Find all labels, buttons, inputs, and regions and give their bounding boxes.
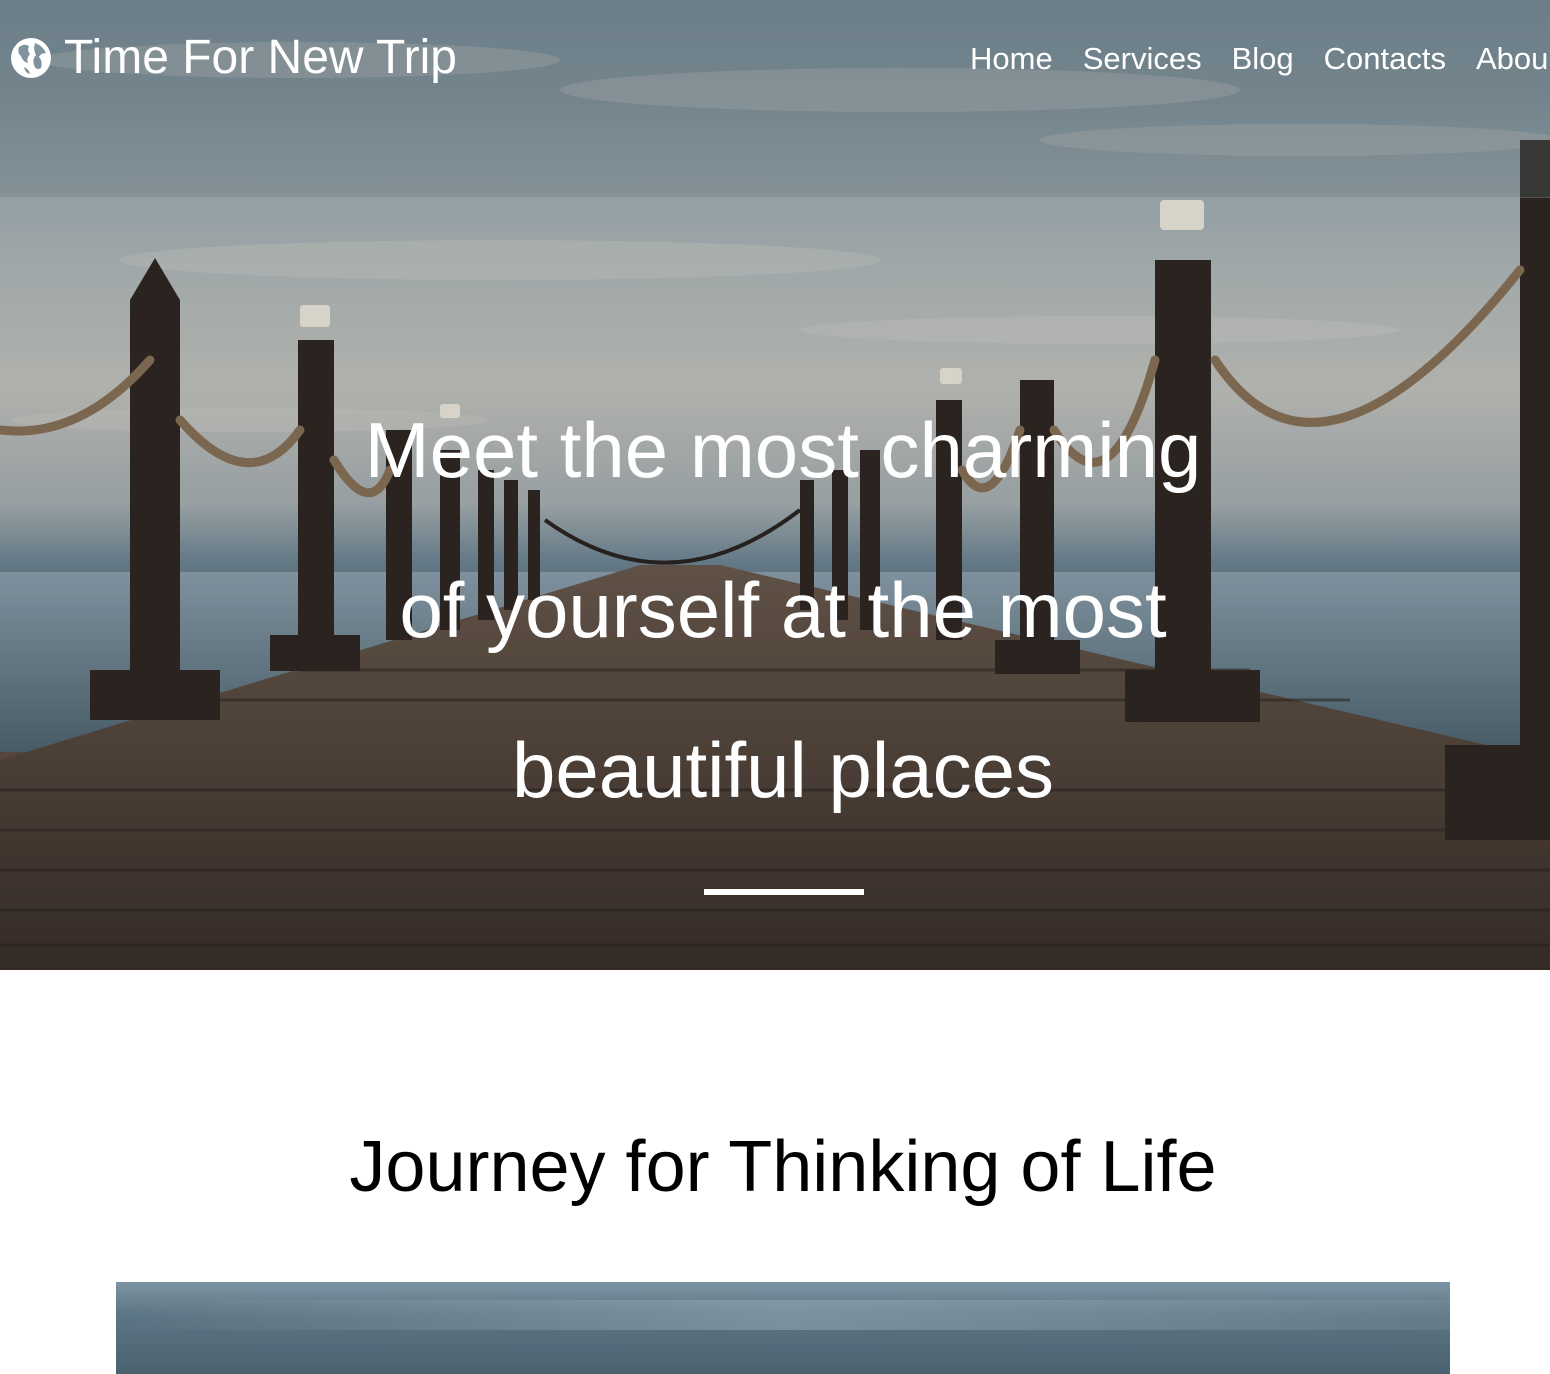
hero-banner: Time For New Trip Home Services Blog Con… xyxy=(0,0,1550,970)
main-menu: Home Services Blog Contacts Abou xyxy=(970,40,1550,78)
hero-divider xyxy=(704,889,864,895)
nav-item-services[interactable]: Services xyxy=(1083,40,1202,78)
hero-headline-line-2: of yourself at the most xyxy=(399,566,1167,654)
brand-name: Time For New Trip xyxy=(64,31,457,84)
top-navigation-bar: Time For New Trip Home Services Blog Con… xyxy=(0,0,1550,198)
nav-item-about[interactable]: Abou xyxy=(1476,40,1548,78)
nav-item-blog[interactable]: Blog xyxy=(1232,40,1294,78)
section-title: Journey for Thinking of Life xyxy=(349,1127,1217,1207)
globe-icon xyxy=(11,38,51,78)
section-image-haze xyxy=(116,1300,1450,1330)
nav-item-contacts[interactable]: Contacts xyxy=(1324,40,1446,78)
hero-headline-line-3: beautiful places xyxy=(511,726,1055,814)
hero-headline: Meet the most charming of yourself at th… xyxy=(300,370,1266,850)
hero-headline-line-1: Meet the most charming xyxy=(364,406,1202,494)
nav-item-home[interactable]: Home xyxy=(970,40,1053,78)
brand-logo[interactable]: Time For New Trip xyxy=(10,30,457,86)
section-image xyxy=(116,1282,1450,1374)
